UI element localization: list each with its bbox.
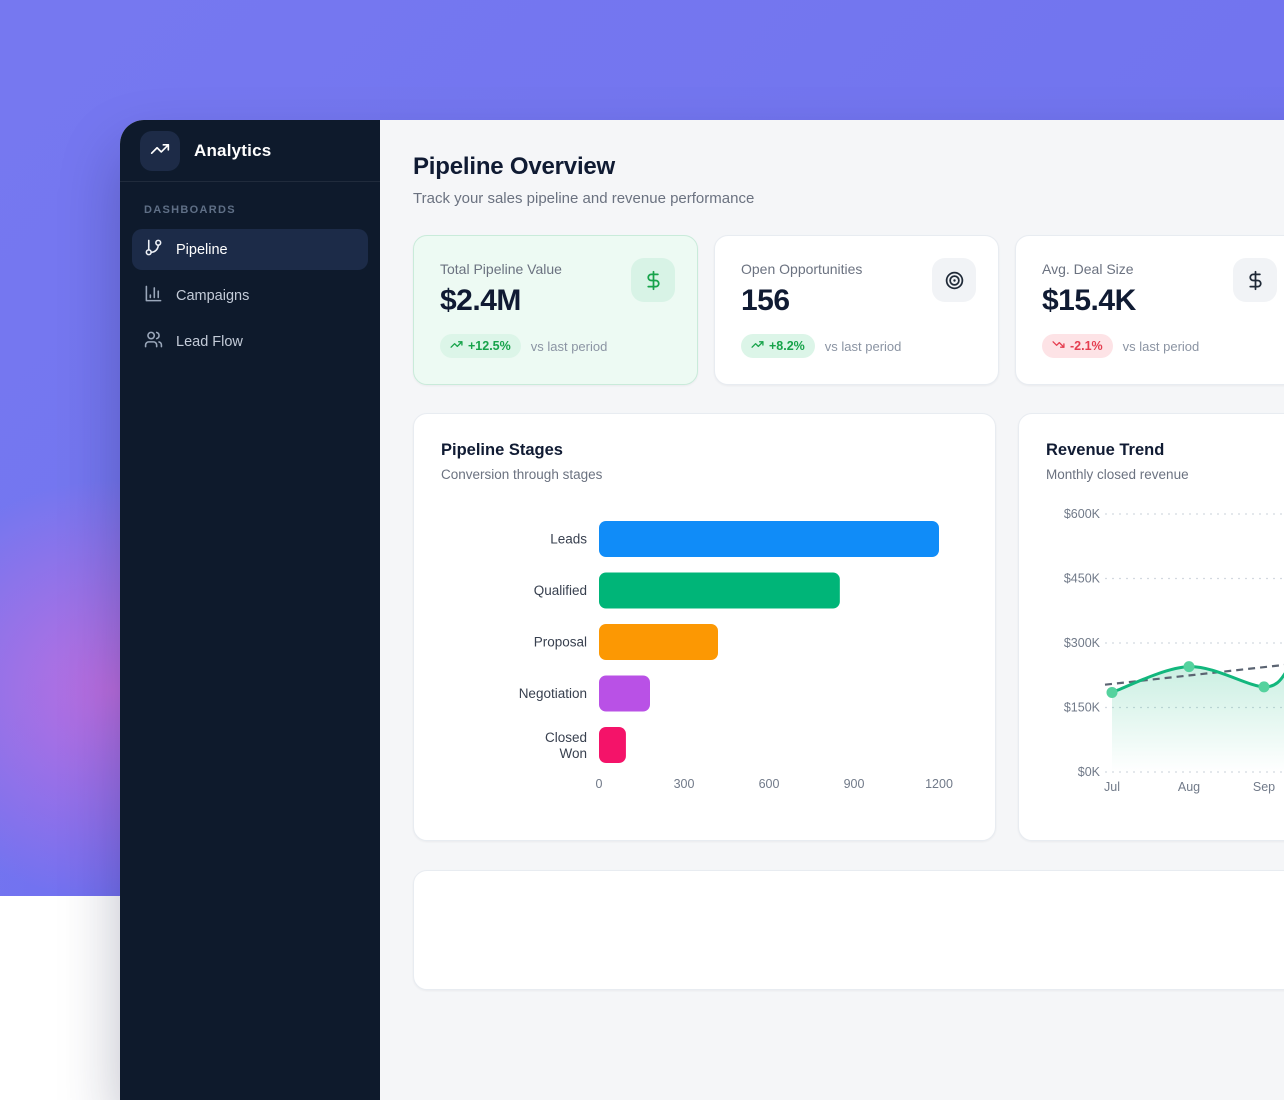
chart-subtitle: Conversion through stages <box>441 467 968 482</box>
git-branch-icon <box>144 238 163 261</box>
sidebar-header: Analytics <box>120 120 380 181</box>
svg-text:900: 900 <box>844 777 865 791</box>
svg-text:$600K: $600K <box>1064 507 1101 521</box>
svg-text:$300K: $300K <box>1064 636 1101 650</box>
bar-chart-icon <box>144 284 163 307</box>
sidebar-nav: Pipeline Campaigns Lead Flow <box>120 229 380 367</box>
trending-up-icon <box>150 139 170 164</box>
page-background: Analytics DASHBOARDS Pipeline Campaigns <box>0 0 1284 896</box>
page-title: Pipeline Overview <box>413 153 1284 181</box>
chart-title: Revenue Trend <box>1046 441 1284 460</box>
delta-badge: +12.5% <box>440 334 521 358</box>
sidebar-item-pipeline[interactable]: Pipeline <box>132 229 368 270</box>
kpi-card-open-opportunities: Open Opportunities 156 +8.2% vs last per… <box>714 235 999 385</box>
svg-text:$150K: $150K <box>1064 701 1101 715</box>
revenue-trend-card: Revenue Trend Monthly closed revenue $60… <box>1018 413 1284 841</box>
kpi-row: Total Pipeline Value $2.4M +12.5% vs las… <box>413 235 1284 385</box>
revenue-trend-chart: $600K $450K $300K $150K $0KJul Aug Sep <box>1046 498 1284 798</box>
app-window: Analytics DASHBOARDS Pipeline Campaigns <box>120 120 1284 1100</box>
kpi-card-total-pipeline-value: Total Pipeline Value $2.4M +12.5% vs las… <box>413 235 698 385</box>
svg-text:Leads: Leads <box>550 532 587 547</box>
trending-up-icon <box>450 338 463 354</box>
trending-up-icon <box>751 338 764 354</box>
svg-text:$0K: $0K <box>1078 765 1101 779</box>
page-subtitle: Track your sales pipeline and revenue pe… <box>413 190 1284 207</box>
bottom-card-partial <box>413 870 1284 990</box>
svg-text:Qualified: Qualified <box>534 583 587 598</box>
sidebar-item-lead-flow[interactable]: Lead Flow <box>132 321 368 362</box>
svg-text:600: 600 <box>759 777 780 791</box>
sidebar-item-label: Lead Flow <box>176 334 243 350</box>
target-icon <box>932 258 976 302</box>
analytics-logo <box>140 131 180 171</box>
dollar-icon <box>1233 258 1277 302</box>
kpi-card-avg-deal-size: Avg. Deal Size $15.4K -2.1% vs last peri… <box>1015 235 1284 385</box>
delta-value: +12.5% <box>468 339 511 353</box>
delta-badge: +8.2% <box>741 334 815 358</box>
sidebar-item-label: Pipeline <box>176 242 228 258</box>
app-name: Analytics <box>194 141 271 161</box>
svg-text:$450K: $450K <box>1064 572 1101 586</box>
svg-text:Sep: Sep <box>1253 780 1275 794</box>
kpi-compare-note: vs last period <box>825 339 902 354</box>
chart-title: Pipeline Stages <box>441 441 968 460</box>
svg-text:Jul: Jul <box>1104 780 1120 794</box>
sidebar-item-campaigns[interactable]: Campaigns <box>132 275 368 316</box>
chart-subtitle: Monthly closed revenue <box>1046 467 1284 482</box>
svg-text:Proposal: Proposal <box>534 635 587 650</box>
trending-down-icon <box>1052 338 1065 354</box>
delta-value: +8.2% <box>769 339 805 353</box>
pipeline-stages-chart: Leads Qualified Proposal Negotiation ClosedW… <box>441 512 961 804</box>
svg-text:0: 0 <box>596 777 603 791</box>
delta-value: -2.1% <box>1070 339 1103 353</box>
svg-text:300: 300 <box>674 777 695 791</box>
pipeline-stages-card: Pipeline Stages Conversion through stage… <box>413 413 996 841</box>
sidebar: Analytics DASHBOARDS Pipeline Campaigns <box>120 120 380 1100</box>
main-content: Pipeline Overview Track your sales pipel… <box>380 120 1284 1100</box>
delta-badge: -2.1% <box>1042 334 1113 358</box>
svg-text:1200: 1200 <box>925 777 953 791</box>
sidebar-item-label: Campaigns <box>176 288 249 304</box>
svg-text:Aug: Aug <box>1178 780 1200 794</box>
svg-text:Negotiation: Negotiation <box>519 686 587 701</box>
sidebar-divider <box>120 181 380 182</box>
kpi-compare-note: vs last period <box>531 339 608 354</box>
dollar-icon <box>631 258 675 302</box>
kpi-compare-note: vs last period <box>1123 339 1200 354</box>
sidebar-section-label: DASHBOARDS <box>144 204 356 216</box>
charts-row: Pipeline Stages Conversion through stage… <box>413 413 1284 841</box>
users-icon <box>144 330 163 353</box>
svg-text:ClosedWon: ClosedWon <box>545 730 587 761</box>
